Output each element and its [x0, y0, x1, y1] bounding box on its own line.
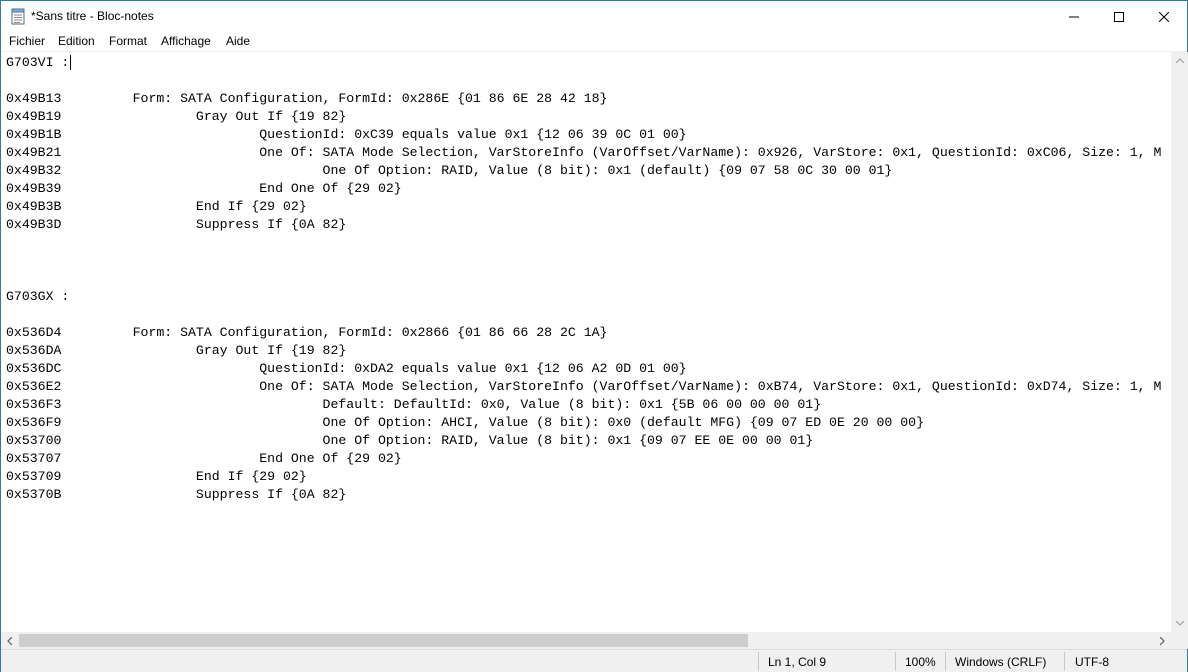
zoom-level: 100% — [905, 655, 936, 669]
title-bar[interactable]: *Sans titre - Bloc-notes — [1, 1, 1187, 32]
editor-line[interactable]: 0x536DA Gray Out If {19 82} — [6, 342, 1161, 360]
editor-line[interactable] — [6, 270, 1161, 288]
status-divider — [1064, 652, 1065, 671]
editor-line[interactable]: 0x536F9 One Of Option: AHCI, Value (8 bi… — [6, 414, 1161, 432]
editor-line[interactable]: 0x49B3B End If {29 02} — [6, 198, 1161, 216]
status-bar: Ln 1, Col 9 100% Windows (CRLF) UTF-8 — [1, 649, 1187, 672]
scrollbar-corner — [1171, 632, 1188, 649]
editor-line[interactable] — [6, 252, 1161, 270]
scroll-right-button[interactable] — [1154, 632, 1171, 649]
notepad-window: *Sans titre - Bloc-notes Fichier Edition… — [0, 0, 1188, 672]
editor-line[interactable]: G703GX : — [6, 288, 1161, 306]
maximize-button[interactable] — [1096, 1, 1142, 32]
text-caret — [70, 55, 71, 70]
editor-line[interactable]: 0x536E2 One Of: SATA Mode Selection, Var… — [6, 378, 1161, 396]
menu-aide[interactable]: Aide — [226, 34, 250, 48]
editor-line[interactable]: 0x49B32 One Of Option: RAID, Value (8 bi… — [6, 162, 1161, 180]
menu-bar: Fichier Edition Format Affichage Aide — [1, 32, 1187, 52]
editor-line[interactable]: 0x49B13 Form: SATA Configuration, FormId… — [6, 90, 1161, 108]
status-divider — [895, 652, 896, 671]
status-divider — [758, 652, 759, 671]
chevron-right-icon — [1160, 636, 1165, 645]
notepad-icon — [11, 8, 25, 25]
editor-line[interactable]: 0x536F3 Default: DefaultId: 0x0, Value (… — [6, 396, 1161, 414]
editor-line[interactable] — [6, 72, 1161, 90]
minimize-button[interactable] — [1051, 1, 1097, 32]
scroll-left-button[interactable] — [1, 632, 18, 649]
editor-line[interactable] — [6, 306, 1161, 324]
scroll-up-button[interactable] — [1171, 52, 1188, 69]
editor-line[interactable]: 0x49B19 Gray Out If {19 82} — [6, 108, 1161, 126]
editor-line[interactable]: 0x49B3D Suppress If {0A 82} — [6, 216, 1161, 234]
scroll-down-button[interactable] — [1171, 615, 1188, 632]
line-ending: Windows (CRLF) — [955, 655, 1047, 669]
menu-affichage[interactable]: Affichage — [161, 34, 211, 48]
editor-line[interactable]: 0x53700 One Of Option: RAID, Value (8 bi… — [6, 432, 1161, 450]
close-icon — [1159, 11, 1169, 22]
editor-line[interactable] — [6, 234, 1161, 252]
horizontal-scrollbar[interactable] — [1, 632, 1171, 649]
editor-line[interactable]: 0x536D4 Form: SATA Configuration, FormId… — [6, 324, 1161, 342]
editor-line[interactable]: G703VI : — [6, 54, 1161, 72]
menu-fichier[interactable]: Fichier — [9, 34, 45, 48]
vertical-scrollbar[interactable] — [1171, 52, 1188, 632]
editor-line[interactable]: 0x53707 End One Of {29 02} — [6, 450, 1161, 468]
chevron-down-icon — [1175, 621, 1184, 626]
encoding: UTF-8 — [1075, 655, 1109, 669]
editor-line[interactable]: 0x536DC QuestionId: 0xDA2 equals value 0… — [6, 360, 1161, 378]
cursor-position: Ln 1, Col 9 — [768, 655, 827, 669]
minimize-icon — [1069, 16, 1079, 17]
text-editor[interactable]: G703VI : 0x49B13 Form: SATA Configuratio… — [1, 52, 1171, 632]
horizontal-scroll-thumb[interactable] — [19, 634, 748, 647]
editor-line[interactable]: 0x49B39 End One Of {29 02} — [6, 180, 1161, 198]
editor-line[interactable]: 0x5370B Suppress If {0A 82} — [6, 486, 1161, 504]
menu-format[interactable]: Format — [109, 34, 147, 48]
close-button[interactable] — [1141, 1, 1187, 32]
chevron-left-icon — [7, 636, 12, 645]
editor-text[interactable]: G703VI : 0x49B13 Form: SATA Configuratio… — [6, 54, 1161, 504]
window-title: *Sans titre - Bloc-notes — [31, 9, 154, 23]
maximize-icon — [1114, 11, 1124, 22]
editor-line[interactable]: 0x53709 End If {29 02} — [6, 468, 1161, 486]
editor-line[interactable]: 0x49B1B QuestionId: 0xC39 equals value 0… — [6, 126, 1161, 144]
editor-line[interactable]: 0x49B21 One Of: SATA Mode Selection, Var… — [6, 144, 1161, 162]
menu-edition[interactable]: Edition — [58, 34, 95, 48]
status-divider — [945, 652, 946, 671]
chevron-up-icon — [1175, 58, 1184, 63]
